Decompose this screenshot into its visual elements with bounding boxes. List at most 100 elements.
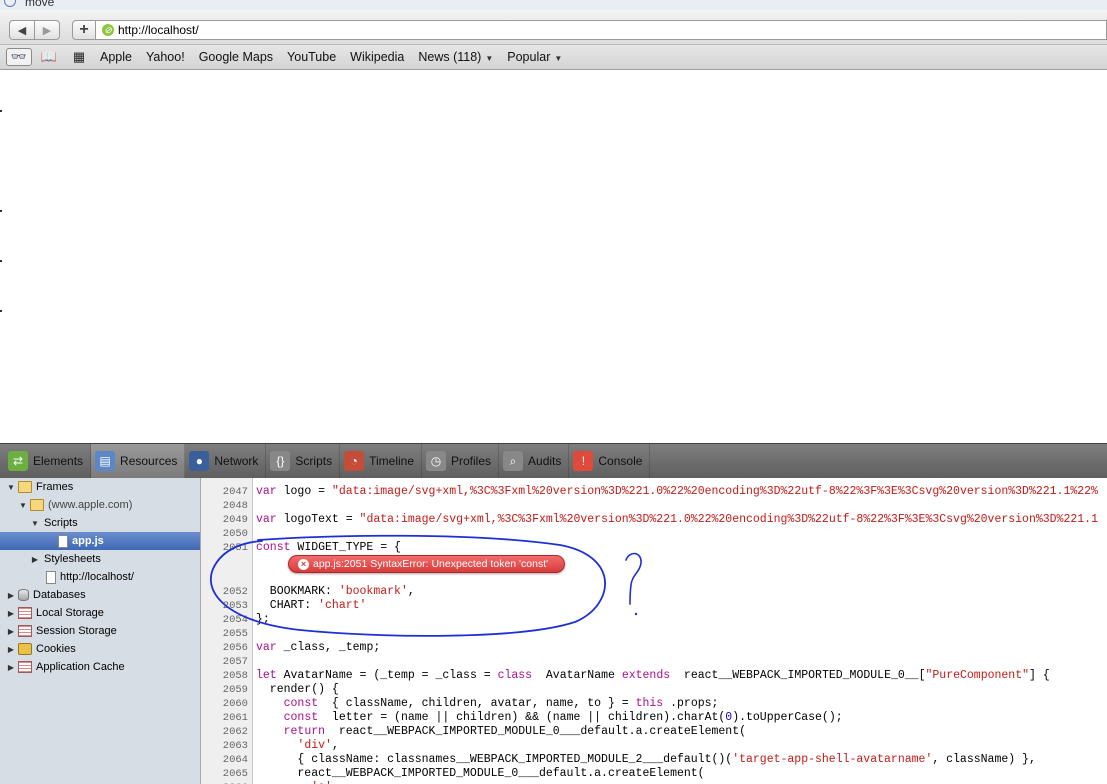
source-line: 2065 react__WEBPACK_IMPORTED_MODULE_0___… (201, 767, 1107, 781)
tree-scripts[interactable]: ▼ Scripts (0, 514, 200, 532)
tree-databases[interactable]: ▶ Databases (0, 586, 200, 604)
code-token: BOOKMARK: (256, 585, 339, 598)
line-number[interactable]: 2064 (201, 753, 248, 767)
web-content-area[interactable] (0, 70, 1107, 442)
source-line: 2053 CHART: 'chart' (201, 599, 1107, 613)
show-bookmarks-button[interactable]: 📖 (36, 48, 62, 66)
line-number[interactable]: 2047 (201, 485, 248, 499)
line-number[interactable]: 2054 (201, 613, 248, 627)
code-token: extends (621, 669, 671, 682)
tree-frames[interactable]: ▼ Frames (0, 478, 200, 496)
line-number[interactable]: 2059 (201, 683, 248, 697)
plus-icon: + (79, 21, 89, 38)
line-number[interactable]: 2051 (201, 541, 248, 555)
code-token: _class, _temp; (283, 641, 381, 654)
tab-timeline[interactable]: ◔ Timeline (340, 444, 422, 478)
address-field[interactable]: ⊘ http://localhost/ (95, 20, 1107, 40)
tree-cookies[interactable]: ▶ Cookies (0, 640, 200, 658)
line-code: var _class, _temp; (256, 641, 380, 655)
tree-stylesheets-label: Stylesheets (44, 553, 101, 565)
bookmark-apple[interactable]: Apple (100, 50, 132, 64)
line-code: render() { (256, 683, 339, 697)
disclosure-closed-icon[interactable]: ▶ (6, 591, 16, 600)
disclosure-open-icon[interactable]: ▼ (18, 501, 28, 510)
reading-list-button[interactable]: 👓 (6, 48, 32, 66)
line-number[interactable]: 2062 (201, 725, 248, 739)
site-favicon-icon: ⊘ (102, 24, 114, 36)
source-line: 2061 const letter = (name || children) &… (201, 711, 1107, 725)
tree-application-cache[interactable]: ▶ Application Cache (0, 658, 200, 676)
tab-audits[interactable]: ⌕ Audits (499, 444, 570, 478)
line-number[interactable]: 2052 (201, 585, 248, 599)
storage-grid-icon (18, 661, 32, 673)
line-number[interactable]: 2048 (201, 499, 248, 513)
bookmark-youtube[interactable]: YouTube (287, 50, 336, 64)
code-token: react__WEBPACK_IMPORTED_MODULE_0__[ (677, 669, 926, 682)
tab-console[interactable]: ! Console (569, 444, 651, 478)
tab-scripts[interactable]: {} Scripts (266, 444, 341, 478)
syntax-error-message: app.js:2051 SyntaxError: Unexpected toke… (313, 558, 549, 570)
tree-local-storage-label: Local Storage (36, 607, 104, 619)
line-number[interactable]: 2053 (201, 599, 248, 613)
line-code: CHART: 'chart' (256, 599, 367, 613)
line-number[interactable]: 2060 (201, 697, 248, 711)
line-number[interactable]: 2055 (201, 627, 248, 641)
code-token: class (497, 669, 533, 682)
bookmark-folder-popular[interactable]: Popular ▼ (507, 50, 562, 64)
line-number[interactable]: 2061 (201, 711, 248, 725)
tree-frame-main[interactable]: ▼ (www.apple.com) (0, 496, 200, 514)
code-token: react__WEBPACK_IMPORTED_MODULE_0___defau… (256, 767, 705, 780)
disclosure-closed-icon[interactable]: ▶ (6, 609, 16, 618)
tab-network[interactable]: ● Network (185, 444, 267, 478)
disclosure-open-icon[interactable]: ▼ (6, 483, 16, 492)
line-number[interactable]: 2063 (201, 739, 248, 753)
line-code: const { className, children, avatar, nam… (256, 697, 719, 711)
line-number[interactable]: 2065 (201, 767, 248, 781)
line-number[interactable]: 2056 (201, 641, 248, 655)
storage-grid-icon (18, 625, 32, 637)
back-button[interactable]: ◀ (9, 20, 35, 40)
code-token: { className, children, avatar, name, to … (325, 697, 636, 710)
code-token: 'bookmark' (338, 585, 408, 598)
code-token: WIDGET_TYPE = { (297, 541, 401, 554)
tree-stylesheets[interactable]: ▶ Stylesheets (0, 550, 200, 568)
tab-elements[interactable]: ⇄ Elements (0, 444, 92, 478)
disclosure-closed-icon[interactable]: ▶ (6, 645, 16, 654)
tree-document[interactable]: http://localhost/ (0, 568, 200, 586)
tab-resources[interactable]: ▤ Resources (91, 444, 186, 478)
line-code: var logoText = "data:image/svg+xml,%3C%3… (256, 513, 1098, 527)
line-number[interactable]: 2057 (201, 655, 248, 669)
code-token: "data:image/svg+xml,%3C%3Fxml%20version%… (331, 485, 1098, 498)
disclosure-closed-icon[interactable]: ▶ (6, 627, 16, 636)
bookmark-folder-news[interactable]: News (118) ▼ (418, 50, 493, 64)
window-title-bar: move (0, 0, 1107, 10)
code-token: "PureComponent" (925, 669, 1030, 682)
tree-session-storage[interactable]: ▶ Session Storage (0, 622, 200, 640)
dropdown-arrow-icon: ▼ (554, 54, 563, 63)
tree-local-storage[interactable]: ▶ Local Storage (0, 604, 200, 622)
line-number[interactable]: 2049 (201, 513, 248, 527)
content-edge-mark (0, 260, 2, 262)
source-line: 2057 (201, 655, 1107, 669)
top-sites-button[interactable]: ▦ (66, 48, 92, 66)
forward-button[interactable]: ▶ (34, 20, 60, 40)
tab-profiles[interactable]: ◷ Profiles (422, 444, 500, 478)
disclosure-closed-icon[interactable]: ▶ (6, 663, 16, 672)
tree-script-app-js[interactable]: app.js (0, 532, 200, 550)
document-icon (58, 534, 68, 548)
source-line: 2051 const WIDGET_TYPE = { (201, 541, 1107, 555)
source-line: 2056 var _class, _temp; (201, 641, 1107, 655)
disclosure-open-icon[interactable]: ▼ (30, 519, 40, 528)
disclosure-closed-icon[interactable]: ▶ (30, 555, 40, 564)
elements-icon: ⇄ (8, 451, 28, 471)
line-number[interactable]: 2050 (201, 527, 248, 541)
bookmark-yahoo[interactable]: Yahoo! (146, 50, 185, 64)
line-number[interactable]: 2058 (201, 669, 248, 683)
bookmark-google-maps[interactable]: Google Maps (199, 50, 273, 64)
tree-cookies-label: Cookies (36, 643, 76, 655)
source-code-view[interactable]: 2047 var logo = "data:image/svg+xml,%3C%3… (201, 478, 1107, 784)
add-bookmark-button[interactable]: + (72, 20, 96, 40)
source-line: 2049 var logoText = "data:image/svg+xml,%… (201, 513, 1107, 527)
tab-label: Elements (33, 454, 84, 468)
bookmark-wikipedia[interactable]: Wikipedia (350, 50, 404, 64)
